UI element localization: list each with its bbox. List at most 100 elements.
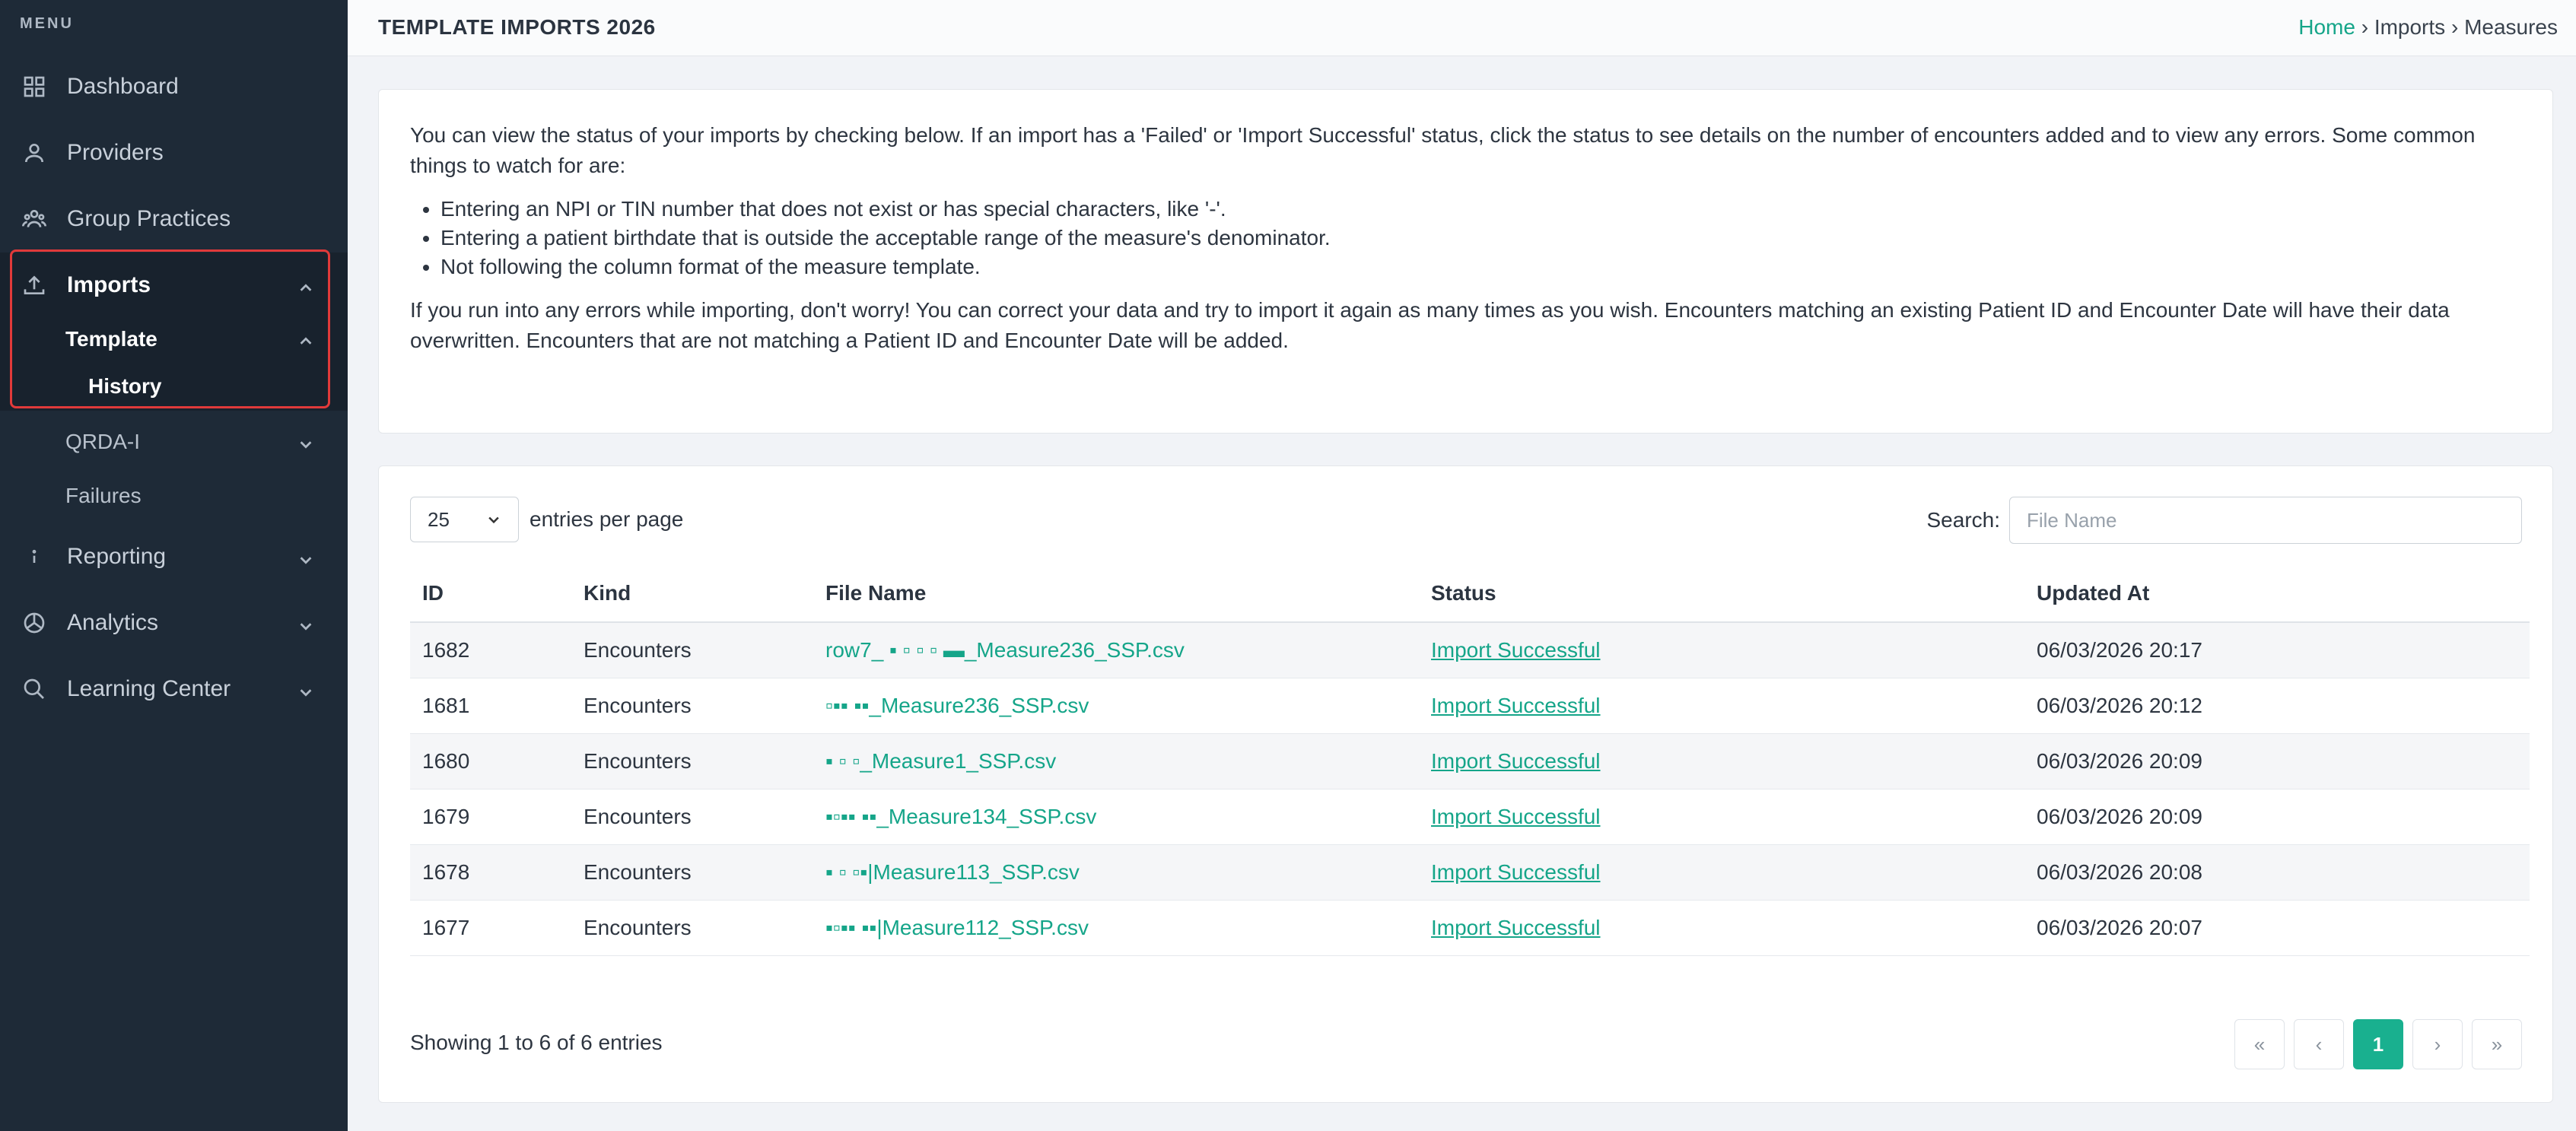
chevron-up-icon [297, 331, 314, 348]
status-link[interactable]: Import Successful [1431, 694, 1601, 717]
table-row: 1680 Encounters ▪ ▫ ▫_Measure1_SSP.csv I… [410, 734, 2530, 789]
pagination-first-button[interactable]: « [2234, 1019, 2285, 1069]
cell-updated-at: 06/03/2026 20:09 [2037, 749, 2202, 773]
sidebar-item-label: Analytics [67, 610, 159, 635]
status-link[interactable]: Import Successful [1431, 638, 1601, 662]
intro-card: You can view the status of your imports … [378, 89, 2553, 434]
pagination-last-button[interactable]: » [2472, 1019, 2522, 1069]
imports-table-card: 25 entries per page Search: ID Kind File… [378, 465, 2553, 1103]
table-row: 1681 Encounters ▫▪▪ ▪▪_Measure236_SSP.cs… [410, 678, 2530, 734]
search-icon [21, 676, 47, 702]
user-icon [21, 140, 47, 166]
page-size-value: 25 [428, 507, 450, 531]
status-link[interactable]: Import Successful [1431, 860, 1601, 884]
cell-file-name[interactable]: row7_ ▪ ▫ ▫ ▫ ▬_Measure236_SSP.csv [815, 638, 1420, 662]
status-link[interactable]: Import Successful [1431, 805, 1601, 828]
info-icon [21, 544, 47, 570]
cell-file-name[interactable]: ▪ ▫ ▫▪|Measure113_SSP.csv [815, 860, 1420, 885]
sidebar-item-dashboard[interactable]: Dashboard [0, 54, 348, 119]
breadcrumb-home-link[interactable]: Home [2298, 15, 2355, 39]
cell-kind: Encounters [584, 860, 692, 884]
sidebar-item-label: Dashboard [67, 74, 179, 99]
imports-table: ID Kind File Name Status Updated At 1682… [410, 565, 2530, 956]
sidebar-item-label: Reporting [67, 544, 167, 569]
pagination-next-button[interactable]: › [2412, 1019, 2463, 1069]
search-label: Search: [1926, 508, 2001, 532]
cell-kind: Encounters [584, 916, 692, 939]
table-row: 1679 Encounters ▪▫▪▪ ▪▪_Measure134_SSP.c… [410, 789, 2530, 845]
sidebar-item-imports[interactable]: Imports [0, 253, 348, 318]
column-header-id[interactable]: ID [410, 581, 573, 605]
table-header: ID Kind File Name Status Updated At [410, 565, 2530, 623]
breadcrumb-measures: Measures [2464, 15, 2558, 39]
search-input[interactable] [2009, 497, 2522, 544]
sidebar-item-label: Template [65, 327, 157, 351]
page-size-select[interactable]: 25 [410, 497, 519, 542]
table-row: 1678 Encounters ▪ ▫ ▫▪|Measure113_SSP.cs… [410, 845, 2530, 901]
status-link[interactable]: Import Successful [1431, 916, 1601, 939]
intro-text: You can view the status of your imports … [410, 120, 2525, 356]
table-row: 1677 Encounters ▪▫▪▪ ▪▪|Measure112_SSP.c… [410, 901, 2530, 956]
cell-file-name[interactable]: ▫▪▪ ▪▪_Measure236_SSP.csv [815, 694, 1420, 718]
sidebar-item-template[interactable]: Template [0, 315, 348, 364]
dashboard-icon [21, 74, 47, 100]
column-header-status[interactable]: Status [1420, 581, 2026, 605]
sidebar-item-reporting[interactable]: Reporting [0, 524, 348, 589]
chevron-down-icon [297, 434, 314, 450]
search-box: Search: [1926, 497, 2522, 544]
breadcrumb-separator: › [2355, 15, 2374, 39]
chevron-down-icon [488, 516, 499, 524]
chevron-down-icon [297, 615, 314, 631]
cell-updated-at: 06/03/2026 20:09 [2037, 805, 2202, 828]
cell-kind: Encounters [584, 638, 692, 662]
tip-item: Entering an NPI or TIN number that does … [440, 195, 2525, 224]
status-link[interactable]: Import Successful [1431, 749, 1601, 773]
cell-updated-at: 06/03/2026 20:08 [2037, 860, 2202, 884]
pagination-prev-button[interactable]: ‹ [2294, 1019, 2344, 1069]
cell-updated-at: 06/03/2026 20:07 [2037, 916, 2202, 939]
sidebar: MENU Dashboard Providers Group Practices… [0, 0, 348, 1131]
column-header-kind[interactable]: Kind [573, 581, 815, 605]
cell-file-name[interactable]: ▪▫▪▪ ▪▪|Measure112_SSP.csv [815, 916, 1420, 940]
tip-item: Not following the column format of the m… [440, 253, 2525, 281]
cell-kind: Encounters [584, 749, 692, 773]
upload-icon [21, 272, 47, 298]
column-header-file-name[interactable]: File Name [815, 581, 1420, 605]
cell-id: 1682 [422, 638, 470, 662]
group-icon [21, 206, 47, 232]
cell-kind: Encounters [584, 694, 692, 717]
cell-updated-at: 06/03/2026 20:17 [2037, 638, 2202, 662]
pie-chart-icon [21, 610, 47, 636]
intro-paragraph: If you run into any errors while importi… [410, 298, 2450, 352]
sidebar-item-label: QRDA-I [65, 430, 140, 453]
table-row: 1682 Encounters row7_ ▪ ▫ ▫ ▫ ▬_Measure2… [410, 623, 2530, 678]
entries-label: entries per page [530, 507, 684, 531]
sidebar-item-learning-center[interactable]: Learning Center [0, 656, 348, 722]
breadcrumb-separator: › [2445, 15, 2465, 39]
sidebar-item-group-practices[interactable]: Group Practices [0, 186, 348, 252]
entries-per-page: 25 entries per page [410, 497, 683, 542]
cell-id: 1679 [422, 805, 470, 828]
cell-file-name[interactable]: ▪ ▫ ▫_Measure1_SSP.csv [815, 749, 1420, 774]
pagination: « ‹ 1 › » [2225, 1019, 2522, 1069]
sidebar-item-providers[interactable]: Providers [0, 120, 348, 186]
sidebar-item-label: Learning Center [67, 676, 231, 701]
chevron-down-icon [297, 681, 314, 697]
page-title: TEMPLATE IMPORTS 2026 [378, 15, 656, 39]
breadcrumb: Home › Imports › Measures [2298, 15, 2558, 40]
sidebar-item-label: Imports [67, 272, 151, 297]
cell-file-name[interactable]: ▪▫▪▪ ▪▪_Measure134_SSP.csv [815, 805, 1420, 829]
cell-id: 1678 [422, 860, 470, 884]
sidebar-item-label: History [88, 374, 162, 398]
table-info: Showing 1 to 6 of 6 entries [410, 1031, 663, 1054]
tip-item: Entering a patient birthdate that is out… [440, 224, 2525, 253]
sidebar-item-qrda[interactable]: QRDA-I [0, 418, 348, 466]
column-header-updated-at[interactable]: Updated At [2026, 581, 2530, 605]
cell-updated-at: 06/03/2026 20:12 [2037, 694, 2202, 717]
sidebar-item-label: Providers [67, 140, 164, 165]
chevron-down-icon [297, 548, 314, 565]
sidebar-item-analytics[interactable]: Analytics [0, 590, 348, 656]
sidebar-item-failures[interactable]: Failures [0, 472, 348, 520]
sidebar-item-history[interactable]: History [0, 362, 348, 411]
pagination-page-1[interactable]: 1 [2353, 1019, 2403, 1069]
